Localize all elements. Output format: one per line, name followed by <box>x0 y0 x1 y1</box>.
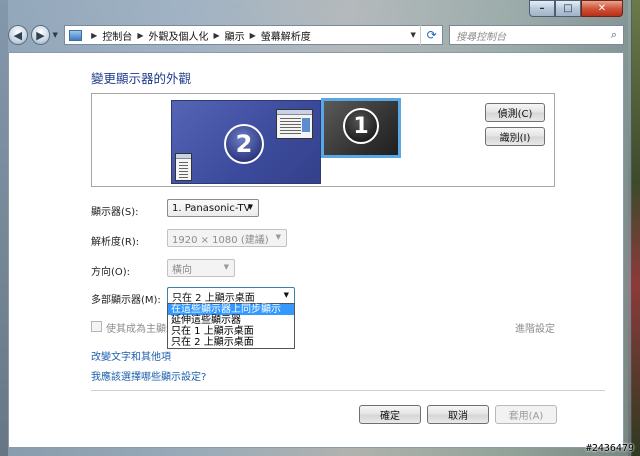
chevron-down-icon: ▼ <box>52 31 58 39</box>
search-input[interactable]: 搜尋控制台 <box>456 28 605 43</box>
breadcrumb-control-panel[interactable]: 控制台 <box>102 28 132 43</box>
refresh-icon[interactable]: ⟳ <box>420 25 442 45</box>
address-dropdown-icon[interactable]: ▼ <box>406 31 420 39</box>
detect-button[interactable]: 偵測(C) <box>485 103 545 122</box>
orientation-value: 橫向 <box>172 264 192 276</box>
multiple-displays-label: 多部顯示器(M): <box>91 295 161 306</box>
forward-arrow-icon: ▶ <box>36 28 45 42</box>
breadcrumb-separator-icon: ▶ <box>137 30 144 40</box>
chevron-down-icon: ▼ <box>223 263 229 271</box>
chevron-down-icon: ▼ <box>283 291 289 299</box>
chevron-down-icon: ▼ <box>247 203 253 211</box>
breadcrumb-display[interactable]: 顯示 <box>225 28 245 43</box>
advanced-settings-link[interactable]: 進階設定 <box>515 320 555 335</box>
orientation-select[interactable]: 橫向 ▼ <box>167 259 235 277</box>
mini-window-icon <box>175 153 192 181</box>
image-watermark: #2436479 <box>585 443 634 454</box>
resolution-label: 解析度(R): <box>91 237 140 248</box>
which-settings-link[interactable]: 我應該選擇哪些顯示設定? <box>91 368 206 383</box>
multiple-displays-value: 只在 2 上顯示桌面 <box>172 292 255 304</box>
dropdown-option[interactable]: 只在 2 上顯示桌面 <box>168 337 294 348</box>
search-icon[interactable]: ⌕ <box>605 28 623 42</box>
control-panel-icon <box>69 29 83 41</box>
mini-window-icon <box>276 109 313 139</box>
breadcrumb-appearance[interactable]: 外觀及個人化 <box>148 28 208 43</box>
display-select[interactable]: 1. Panasonic-TV ▼ <box>167 199 259 217</box>
display-value: 1. Panasonic-TV <box>172 202 251 214</box>
back-arrow-icon: ◀ <box>13 28 23 42</box>
window-controls: – □ ✕ <box>529 0 623 18</box>
orientation-label: 方向(O): <box>91 267 131 278</box>
navigation-bar: ◀ ▶ ▼ ▶ 控制台 ▶ 外觀及個人化 ▶ 顯示 ▶ 螢幕解析度 ▼ ⟳ 搜尋… <box>8 23 624 47</box>
forward-button[interactable]: ▶ <box>30 25 51 45</box>
ok-button[interactable]: 確定 <box>359 405 421 424</box>
address-bar[interactable]: ▶ 控制台 ▶ 外觀及個人化 ▶ 顯示 ▶ 螢幕解析度 ▼ ⟳ <box>64 25 444 45</box>
breadcrumb-separator-icon: ▶ <box>249 30 256 40</box>
breadcrumb-separator-icon: ▶ <box>213 30 220 40</box>
monitor-number-badge: 2 <box>224 124 264 164</box>
dropdown-option[interactable]: 只在 1 上顯示桌面 <box>168 326 294 337</box>
chevron-down-icon: ▼ <box>275 233 281 241</box>
breadcrumb-screen-resolution[interactable]: 螢幕解析度 <box>261 28 311 43</box>
multiple-displays-dropdown-list: 在這些顯示器上同步顯示 延伸這些顯示器 只在 1 上顯示桌面 只在 2 上顯示桌… <box>167 303 295 349</box>
apply-button[interactable]: 套用(A) <box>495 405 557 424</box>
recent-pages-dropdown[interactable]: ▼ <box>50 31 60 39</box>
resolution-value: 1920 × 1080 (建議) <box>172 234 269 246</box>
main-display-label: 使其成為主顯示 <box>106 324 176 335</box>
screen-resolution-window: – □ ✕ ◀ ▶ ▼ ▶ 控制台 ▶ 外觀及個人化 ▶ 顯示 ▶ 螢幕解析度 … <box>0 0 632 456</box>
close-button[interactable]: ✕ <box>581 0 623 17</box>
minimize-button[interactable]: – <box>529 0 555 17</box>
monitor-1-thumbnail[interactable]: 1 <box>321 98 401 158</box>
main-display-checkbox[interactable] <box>91 321 102 332</box>
dropdown-option[interactable]: 在這些顯示器上同步顯示 <box>168 304 294 315</box>
back-button[interactable]: ◀ <box>8 25 28 45</box>
page-title: 變更顯示器的外觀 <box>91 71 192 86</box>
monitor-number-badge: 1 <box>343 108 379 144</box>
text-size-link[interactable]: 改變文字和其他項 <box>91 348 171 363</box>
cancel-button[interactable]: 取消 <box>427 405 489 424</box>
search-box[interactable]: 搜尋控制台 ⌕ <box>449 25 624 45</box>
maximize-button[interactable]: □ <box>555 0 581 17</box>
dropdown-option[interactable]: 延伸這些顯示器 <box>168 315 294 326</box>
breadcrumb-separator-icon: ▶ <box>91 30 98 40</box>
divider <box>91 390 605 391</box>
identify-button[interactable]: 識別(I) <box>485 127 545 146</box>
resolution-select[interactable]: 1920 × 1080 (建議) ▼ <box>167 229 287 247</box>
main-content: 變更顯示器的外觀 2 1 偵測(C) 識別(I) 顯示器(S): 1. Pana… <box>8 52 624 448</box>
monitor-2-thumbnail[interactable]: 2 <box>171 100 321 184</box>
display-label: 顯示器(S): <box>91 207 139 218</box>
